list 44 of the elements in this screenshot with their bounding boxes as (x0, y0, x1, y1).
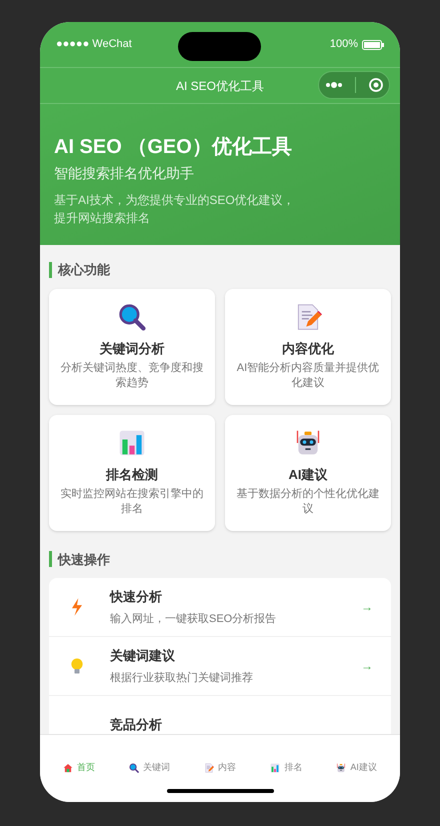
battery-text: 100% (330, 37, 358, 52)
magnifier-icon (129, 762, 140, 773)
action-title: 关键词建议 (110, 647, 176, 665)
more-icon[interactable] (325, 82, 344, 88)
feature-card[interactable]: AI建议 基于数据分析的个性化优化建议 (225, 414, 391, 530)
tab-item[interactable]: 排名 (270, 761, 302, 774)
tab-item[interactable]: 内容 (204, 761, 236, 774)
tab-item[interactable]: AI建议 (336, 761, 377, 774)
feature-description: 基于数据分析的个性化优化建议 (236, 487, 380, 517)
hero-description: 基于AI技术，为您提供专业的SEO优化建议，提升网站搜索排名 (54, 192, 296, 227)
nav-title: AI SEO优化工具 (176, 78, 264, 94)
feature-description: AI智能分析内容质量并提供优化建议 (236, 361, 380, 391)
close-target-icon[interactable] (368, 78, 383, 92)
feature-title: 内容优化 (282, 340, 334, 358)
tab-item[interactable]: 关键词 (129, 761, 170, 774)
feature-card[interactable]: 排名检测 实时监控网站在搜索引擎中的排名 (49, 414, 215, 530)
section-title: 核心功能 (58, 261, 110, 279)
document-pencil-icon (204, 762, 214, 773)
action-description: 输入网址，一键获取SEO分析报告 (110, 612, 278, 626)
arrow-icon: → (361, 657, 373, 675)
arrow-icon: → (361, 598, 373, 616)
robot-icon (336, 762, 346, 773)
feature-description: 分析关键词热度、竞争度和搜索趋势 (60, 361, 204, 391)
feature-card[interactable]: 关键词分析 分析关键词热度、竞争度和搜索趋势 (49, 288, 215, 404)
action-title: 快速分析 (110, 588, 163, 606)
tab-item[interactable]: 首页 (63, 761, 96, 774)
action-description: 根据行业获取热门关键词推荐 (110, 670, 254, 686)
feature-title: 关键词分析 (100, 340, 164, 358)
feature-title: 排名检测 (106, 466, 158, 484)
hero-title: AI SEO （GEO）优化工具 (54, 135, 293, 160)
battery-icon (362, 40, 384, 50)
bar-chart-icon (118, 428, 146, 456)
feature-description: 实时监控网站在搜索引擎中的排名 (60, 487, 204, 517)
capsule-menu[interactable] (318, 71, 390, 99)
magnifier-icon (118, 302, 146, 330)
carrier-text: ●●●●● WeChat (56, 37, 132, 52)
home-icon (63, 762, 74, 773)
hero-subtitle: 智能搜索排名优化助手 (54, 164, 195, 183)
robot-icon (294, 428, 322, 456)
bar-chart-icon (270, 762, 280, 773)
feature-title: AI建议 (288, 466, 328, 484)
action-title: 竞品分析 (110, 716, 163, 734)
feature-card[interactable]: 内容优化 AI智能分析内容质量并提供优化建议 (225, 288, 391, 404)
section-title: 快速操作 (58, 550, 110, 568)
